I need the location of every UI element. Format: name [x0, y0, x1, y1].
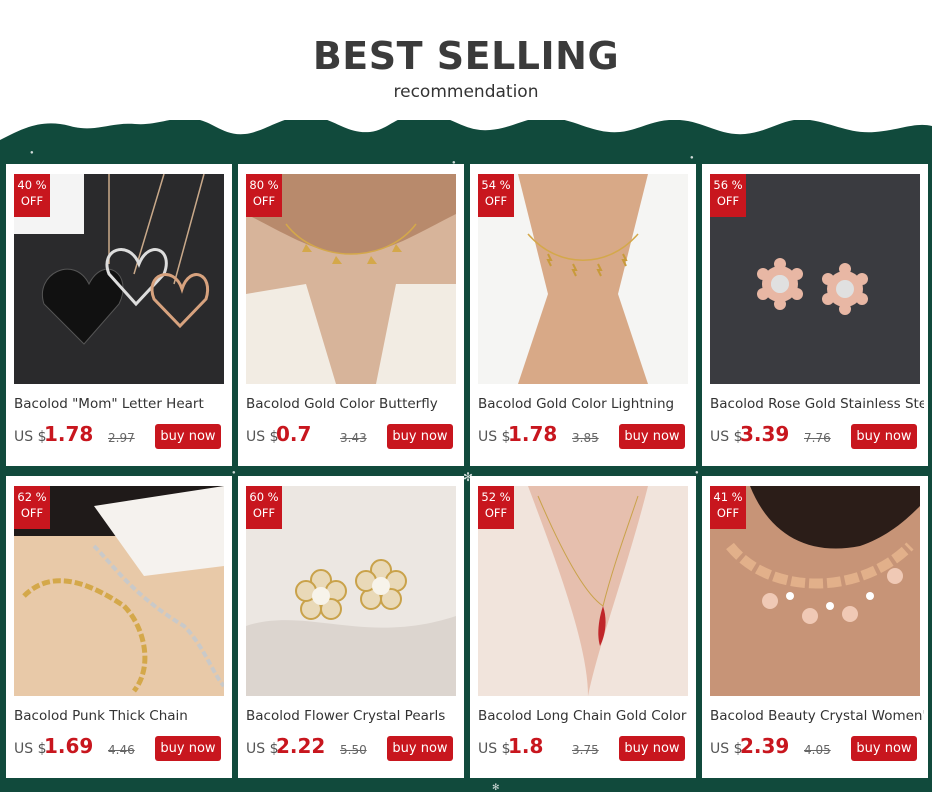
product-price: 2.39: [740, 734, 790, 758]
original-price: 3.75: [572, 743, 599, 757]
product-price: 1.8: [508, 734, 544, 758]
product-card[interactable]: 60 % OFF Bacolod Flower Crystal Pearls US…: [238, 476, 464, 778]
discount-badge: 52 % OFF: [478, 486, 514, 529]
snow-wave-divider: [0, 100, 932, 140]
currency-label: US $: [14, 741, 47, 757]
buy-now-button[interactable]: buy now: [387, 424, 453, 449]
original-price: 5.50: [340, 743, 367, 757]
snowflake-icon: ●: [30, 150, 34, 156]
discount-badge: 54 % OFF: [478, 174, 514, 217]
original-price: 4.46: [108, 743, 135, 757]
original-price: 2.97: [108, 431, 135, 445]
product-card[interactable]: 54 % OFF Bacolod Gold Color Lightning US …: [470, 164, 696, 466]
snowflake-icon: ✻: [492, 782, 500, 792]
currency-label: US $: [710, 429, 743, 445]
buy-now-button[interactable]: buy now: [851, 736, 917, 761]
buy-now-button[interactable]: buy now: [851, 424, 917, 449]
product-price: 1.78: [44, 422, 94, 446]
product-name[interactable]: Bacolod Long Chain Gold Color: [478, 708, 692, 724]
snowflake-icon: ●: [232, 470, 236, 476]
product-name[interactable]: Bacolod Beauty Crystal Women's: [710, 708, 924, 724]
product-name[interactable]: Bacolod Gold Color Lightning: [478, 396, 692, 412]
product-name[interactable]: Bacolod Rose Gold Stainless Steel: [710, 396, 924, 412]
currency-label: US $: [710, 741, 743, 757]
product-price: 0.7: [276, 422, 312, 446]
product-price: 1.78: [508, 422, 558, 446]
buy-now-button[interactable]: buy now: [155, 424, 221, 449]
currency-label: US $: [246, 429, 279, 445]
page-subtitle: recommendation: [393, 82, 539, 102]
product-price: 1.69: [44, 734, 94, 758]
original-price: 3.85: [572, 431, 599, 445]
product-price: 3.39: [740, 422, 790, 446]
discount-badge: 40 % OFF: [14, 174, 50, 217]
currency-label: US $: [478, 429, 511, 445]
discount-badge: 62 % OFF: [14, 486, 50, 529]
currency-label: US $: [246, 741, 279, 757]
discount-badge: 56 % OFF: [710, 174, 746, 217]
product-name[interactable]: Bacolod Gold Color Butterfly: [246, 396, 460, 412]
discount-badge: 41 % OFF: [710, 486, 746, 529]
original-price: 4.05: [804, 743, 831, 757]
product-card[interactable]: 41 % OFF Bacolod Beauty Crystal Women's U…: [702, 476, 928, 778]
product-price: 2.22: [276, 734, 326, 758]
product-card[interactable]: 52 % OFF Bacolod Long Chain Gold Color US…: [470, 476, 696, 778]
page-title: BEST SELLING: [312, 34, 620, 78]
product-name[interactable]: Bacolod Punk Thick Chain: [14, 708, 228, 724]
snowflake-icon: ●: [690, 155, 694, 161]
product-card[interactable]: 62 % OFF Bacolod Punk Thick Chain US $ 1.…: [6, 476, 232, 778]
discount-badge: 80 % OFF: [246, 174, 282, 217]
product-name[interactable]: Bacolod Flower Crystal Pearls: [246, 708, 460, 724]
original-price: 3.43: [340, 431, 367, 445]
product-card[interactable]: 40 % OFF Bacolod "Mom" Letter Heart US $ …: [6, 164, 232, 466]
product-card[interactable]: 80 % OFF Bacolod Gold Color Butterfly US …: [238, 164, 464, 466]
original-price: 7.76: [804, 431, 831, 445]
buy-now-button[interactable]: buy now: [619, 424, 685, 449]
product-card[interactable]: 56 % OFF Bacolod Rose Gold Stainless Stee…: [702, 164, 928, 466]
discount-badge: 60 % OFF: [246, 486, 282, 529]
product-name[interactable]: Bacolod "Mom" Letter Heart: [14, 396, 228, 412]
buy-now-button[interactable]: buy now: [619, 736, 685, 761]
currency-label: US $: [478, 741, 511, 757]
buy-now-button[interactable]: buy now: [155, 736, 221, 761]
buy-now-button[interactable]: buy now: [387, 736, 453, 761]
currency-label: US $: [14, 429, 47, 445]
